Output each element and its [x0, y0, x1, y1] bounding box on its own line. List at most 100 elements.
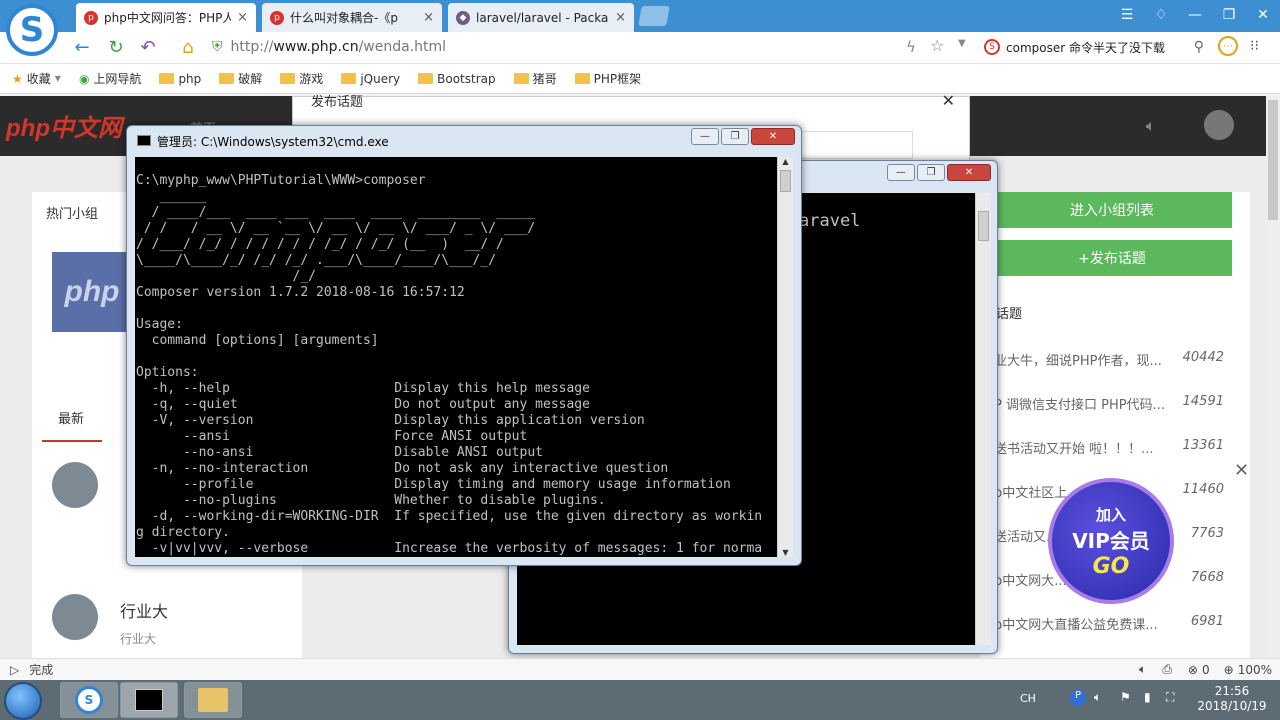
hot-topic-row[interactable]: 业大牛，细说PHP作者，现... 40442 — [994, 350, 1224, 370]
tab-latest[interactable]: 最新 — [58, 408, 84, 427]
tab-object-coupling[interactable]: p 什么叫对象耦合-《p × — [262, 3, 442, 32]
bookmark-favorites[interactable]: ★ 收藏 ▼ — [12, 70, 61, 87]
minimize-icon[interactable]: — — [1180, 4, 1210, 26]
folder-icon — [418, 73, 434, 84]
scrollbar[interactable]: ▲ ▼ — [777, 157, 793, 557]
browser-logo-icon[interactable]: S — [6, 4, 58, 56]
close-button[interactable]: ✕ — [751, 128, 795, 145]
clock[interactable]: 21:56 2018/10/19 — [1192, 684, 1272, 714]
close-button[interactable]: ✕ — [947, 164, 991, 181]
dialog-title: 发布话题 — [311, 95, 364, 110]
search-box[interactable]: S composer 命令半天了没下载 ⚲ — [984, 36, 1204, 58]
screenshot-icon[interactable]: ⎙ — [1162, 662, 1172, 677]
bookmark-php-framework[interactable]: PHP框架 — [574, 70, 641, 87]
folder-icon — [280, 73, 296, 84]
dialog-close-icon[interactable]: ✕ — [942, 91, 955, 110]
console-line: Options: — [136, 365, 199, 380]
tray-p-icon[interactable]: P — [1070, 690, 1086, 706]
bookmark-zhuge[interactable]: 猪哥 — [513, 70, 557, 87]
start-button[interactable] — [4, 682, 42, 720]
status-text: 完成 — [29, 663, 54, 677]
search-icon[interactable]: ⚲ — [1194, 39, 1204, 55]
search-engine-icon: S — [984, 39, 1000, 55]
undo-icon[interactable]: ↶ — [136, 36, 160, 58]
back-arrow-icon[interactable]: ← — [70, 36, 94, 58]
taskbar-explorer[interactable] — [184, 682, 242, 718]
tray-network-icon[interactable]: ▮ — [1144, 690, 1151, 704]
console-line: --no-ansi Disable ANSI output — [136, 445, 543, 460]
site-logo[interactable]: php中文网 — [6, 108, 122, 143]
vip-join-badge[interactable]: 加入 VIP会员 GO — [1048, 478, 1174, 604]
list-item-title[interactable]: 行业大 — [120, 598, 168, 622]
avatar[interactable] — [1204, 110, 1234, 140]
lightning-icon[interactable]: ϟ — [906, 38, 916, 56]
search-input[interactable]: composer 命令半天了没下载 — [1006, 39, 1165, 56]
more-icon[interactable]: ⁝⁝ — [1250, 38, 1259, 54]
dropdown-icon[interactable]: ▼ — [958, 38, 966, 49]
close-ad-icon[interactable]: ✕ — [1234, 460, 1249, 481]
close-icon[interactable]: ✕ — [1248, 4, 1278, 26]
tab-close-icon[interactable]: × — [423, 10, 434, 25]
bookmarks-bar: ★ 收藏 ▼ ◉ 上网导航 php 破解 游戏 jQuery Bootstrap 猪哥… — [0, 64, 1280, 94]
star-icon[interactable]: ☆ — [930, 36, 944, 55]
taskbar-browser[interactable]: S — [60, 682, 118, 718]
folder-icon — [219, 73, 235, 84]
volume-icon[interactable]: 🔈︎ — [1139, 662, 1146, 677]
tab-php-wenda[interactable]: p php中文网问答：PHP人 × — [76, 3, 256, 32]
post-topic-button[interactable]: +发布话题 — [992, 240, 1232, 276]
bookmark-games[interactable]: 游戏 — [280, 70, 323, 87]
hot-groups-title: 热门小组 — [46, 207, 99, 222]
tab-close-icon[interactable]: × — [615, 10, 626, 25]
speaker-icon[interactable]: 🔈︎ — [1146, 116, 1156, 136]
home-icon[interactable]: ⌂ — [176, 36, 200, 58]
refresh-icon[interactable]: ↻ — [104, 36, 128, 58]
tray-action-icon[interactable]: ⛶ — [1166, 690, 1174, 705]
emoji-icon[interactable]: ⋯ — [1218, 36, 1238, 56]
page-scrollbar[interactable] — [1266, 96, 1280, 658]
url-host: www.php.cn — [273, 39, 359, 55]
console-line: -n, --no-interaction Do not ask any inte… — [136, 461, 669, 476]
new-tab-button[interactable] — [638, 6, 670, 26]
bookmark-crack[interactable]: 破解 — [219, 70, 262, 87]
hot-topic-row[interactable]: p中文网大直播公益免费课... 6981 — [994, 614, 1224, 634]
minimize-button[interactable]: — — [887, 164, 915, 181]
hot-topic-row[interactable]: P 调微信支付接口 PHP代码... 14591 — [994, 394, 1224, 414]
tab-close-icon[interactable]: × — [237, 10, 248, 25]
console-line: / ____/___ ____ ___ ____ ____ ________ _… — [136, 205, 536, 220]
group-thumbnail[interactable]: php — [52, 252, 132, 332]
restore-icon[interactable]: ❐ — [1214, 4, 1244, 26]
address-bar[interactable]: ⛨ http://www.php.cn/wenda.html — [212, 36, 972, 58]
minimize-button[interactable]: — — [691, 128, 719, 145]
status-bar: ▷ 完成 🔈︎ ⎙ ⊗ 0 ⊕ 100% — [0, 658, 1280, 680]
scrollbar[interactable] — [975, 193, 991, 645]
bookmark-jquery[interactable]: jQuery — [341, 72, 400, 86]
bookmark-php[interactable]: php — [159, 72, 201, 86]
bookmark-bootstrap[interactable]: Bootstrap — [418, 72, 496, 86]
cmd-window[interactable]: 管理员: C:\Windows\system32\cmd.exe — ❐ ✕ C… — [126, 125, 802, 566]
clock-date: 2018/10/19 — [1197, 699, 1267, 713]
tray-flag-icon[interactable]: ⚑ — [1120, 690, 1131, 704]
console-line: \____/\____/_/ /_/ /_/ .___/\____/____/\… — [136, 253, 497, 268]
skin-icon[interactable]: ♢ — [1146, 4, 1176, 26]
console-line: ______ — [136, 189, 207, 204]
sidebar-toggle-icon[interactable]: ▷ — [10, 663, 19, 677]
join-group-list-button[interactable]: 进入小组列表 — [992, 192, 1232, 228]
console-line: --no-plugins Whether to disable plugins. — [136, 493, 606, 508]
hot-topic-row[interactable]: 送书活动又开始 啦！！！... 13361 — [994, 438, 1224, 458]
download-icon[interactable]: ⊗ — [1188, 663, 1198, 677]
tray-volume-icon[interactable]: 🔈︎ — [1094, 690, 1101, 705]
maximize-button[interactable]: ❐ — [917, 164, 945, 181]
console-line: -h, --help Display this help message — [136, 381, 590, 396]
tab-packagist[interactable]: ◆ laravel/laravel - Packa × — [448, 3, 634, 32]
taskbar-cmd[interactable] — [120, 682, 178, 718]
php-favicon-icon: p — [84, 10, 98, 25]
cmd-title: 管理员: C:\Windows\system32\cmd.exe — [157, 135, 389, 149]
bookmark-nav[interactable]: ◉ 上网导航 — [79, 70, 142, 87]
zoom-level[interactable]: 100% — [1238, 663, 1272, 677]
zoom-icon[interactable]: ⊕ — [1224, 663, 1234, 677]
console-line: g directory. — [136, 525, 230, 540]
menu-icon[interactable]: ☰ — [1112, 4, 1142, 26]
maximize-button[interactable]: ❐ — [721, 128, 749, 145]
input-language[interactable]: CH — [1020, 692, 1036, 705]
